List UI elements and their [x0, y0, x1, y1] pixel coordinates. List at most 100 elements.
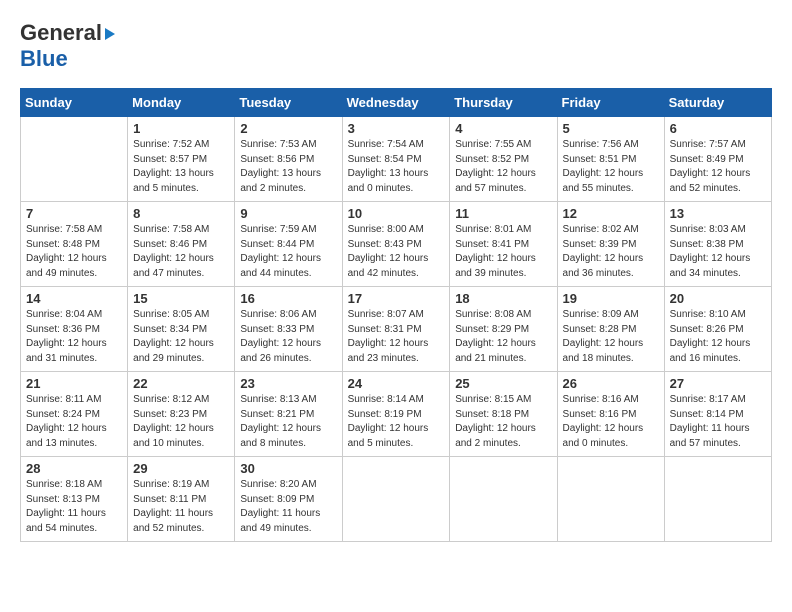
- day-number: 5: [563, 121, 659, 136]
- day-info: Sunrise: 8:14 AMSunset: 8:19 PMDaylight:…: [348, 393, 445, 451]
- logo-general: General: [20, 20, 102, 46]
- day-number: 3: [348, 121, 445, 136]
- day-header-sunday: Sunday: [21, 89, 128, 117]
- day-info: Sunrise: 7:58 AMSunset: 8:46 PMDaylight:…: [133, 223, 229, 281]
- calendar-cell: 23 Sunrise: 8:13 AMSunset: 8:21 PMDayligh…: [235, 372, 342, 457]
- calendar-cell: 20 Sunrise: 8:10 AMSunset: 8:26 PMDayligh…: [664, 287, 771, 372]
- day-number: 22: [133, 376, 229, 391]
- logo-blue: Blue: [20, 46, 68, 71]
- day-info: Sunrise: 8:11 AMSunset: 8:24 PMDaylight:…: [26, 393, 122, 451]
- week-row-4: 21 Sunrise: 8:11 AMSunset: 8:24 PMDayligh…: [21, 372, 772, 457]
- calendar-cell: 29Sunrise: 8:19 AMSunset: 8:11 PMDayligh…: [128, 457, 235, 542]
- day-number: 13: [670, 206, 766, 221]
- calendar-cell: 8 Sunrise: 7:58 AMSunset: 8:46 PMDaylight…: [128, 202, 235, 287]
- day-info: Sunrise: 8:09 AMSunset: 8:28 PMDaylight:…: [563, 308, 659, 366]
- week-row-5: 28 Sunrise: 8:18 AMSunset: 8:13 PMDayligh…: [21, 457, 772, 542]
- day-number: 4: [455, 121, 551, 136]
- day-number: 25: [455, 376, 551, 391]
- day-number: 12: [563, 206, 659, 221]
- day-info: Sunrise: 7:55 AMSunset: 8:52 PMDaylight:…: [455, 138, 551, 196]
- day-number: 26: [563, 376, 659, 391]
- day-info: Sunrise: 8:06 AMSunset: 8:33 PMDaylight:…: [240, 308, 336, 366]
- day-info: Sunrise: 8:05 AMSunset: 8:34 PMDaylight:…: [133, 308, 229, 366]
- day-number: 6: [670, 121, 766, 136]
- calendar-cell: [557, 457, 664, 542]
- calendar-cell: 30 Sunrise: 8:20 AMSunset: 8:09 PMDayligh…: [235, 457, 342, 542]
- logo: General Blue: [20, 20, 115, 72]
- day-number: 16: [240, 291, 336, 306]
- day-number: 2: [240, 121, 336, 136]
- day-info: Sunrise: 8:15 AMSunset: 8:18 PMDaylight:…: [455, 393, 551, 451]
- day-info: Sunrise: 7:54 AMSunset: 8:54 PMDaylight:…: [348, 138, 445, 196]
- day-info: Sunrise: 8:20 AMSunset: 8:09 PMDaylight:…: [240, 478, 336, 536]
- day-number: 28: [26, 461, 122, 476]
- day-number: 21: [26, 376, 122, 391]
- day-number: 9: [240, 206, 336, 221]
- calendar-cell: 15 Sunrise: 8:05 AMSunset: 8:34 PMDayligh…: [128, 287, 235, 372]
- day-header-thursday: Thursday: [450, 89, 557, 117]
- day-number: 15: [133, 291, 229, 306]
- day-number: 8: [133, 206, 229, 221]
- day-header-wednesday: Wednesday: [342, 89, 450, 117]
- day-number: 7: [26, 206, 122, 221]
- day-number: 24: [348, 376, 445, 391]
- week-row-1: 1 Sunrise: 7:52 AMSunset: 8:57 PMDaylight…: [21, 117, 772, 202]
- day-number: 11: [455, 206, 551, 221]
- day-number: 20: [670, 291, 766, 306]
- day-number: 1: [133, 121, 229, 136]
- calendar-cell: 14 Sunrise: 8:04 AMSunset: 8:36 PMDayligh…: [21, 287, 128, 372]
- calendar-cell: 2 Sunrise: 7:53 AMSunset: 8:56 PMDaylight…: [235, 117, 342, 202]
- day-number: 19: [563, 291, 659, 306]
- day-info: Sunrise: 8:18 AMSunset: 8:13 PMDaylight:…: [26, 478, 122, 536]
- day-info: Sunrise: 7:59 AMSunset: 8:44 PMDaylight:…: [240, 223, 336, 281]
- calendar-cell: 16 Sunrise: 8:06 AMSunset: 8:33 PMDayligh…: [235, 287, 342, 372]
- day-info: Sunrise: 8:01 AMSunset: 8:41 PMDaylight:…: [455, 223, 551, 281]
- day-info: Sunrise: 7:52 AMSunset: 8:57 PMDaylight:…: [133, 138, 229, 196]
- calendar-cell: 17 Sunrise: 8:07 AMSunset: 8:31 PMDayligh…: [342, 287, 450, 372]
- calendar-cell: 7 Sunrise: 7:58 AMSunset: 8:48 PMDaylight…: [21, 202, 128, 287]
- calendar-cell: 24 Sunrise: 8:14 AMSunset: 8:19 PMDayligh…: [342, 372, 450, 457]
- calendar-cell: 21 Sunrise: 8:11 AMSunset: 8:24 PMDayligh…: [21, 372, 128, 457]
- day-header-tuesday: Tuesday: [235, 89, 342, 117]
- calendar-cell: 6 Sunrise: 7:57 AMSunset: 8:49 PMDaylight…: [664, 117, 771, 202]
- week-row-2: 7 Sunrise: 7:58 AMSunset: 8:48 PMDaylight…: [21, 202, 772, 287]
- day-info: Sunrise: 7:57 AMSunset: 8:49 PMDaylight:…: [670, 138, 766, 196]
- day-info: Sunrise: 7:53 AMSunset: 8:56 PMDaylight:…: [240, 138, 336, 196]
- day-number: 23: [240, 376, 336, 391]
- day-info: Sunrise: 8:17 AMSunset: 8:14 PMDaylight:…: [670, 393, 766, 451]
- day-header-monday: Monday: [128, 89, 235, 117]
- calendar-cell: [664, 457, 771, 542]
- day-info: Sunrise: 7:58 AMSunset: 8:48 PMDaylight:…: [26, 223, 122, 281]
- calendar-cell: 11 Sunrise: 8:01 AMSunset: 8:41 PMDayligh…: [450, 202, 557, 287]
- day-info: Sunrise: 8:13 AMSunset: 8:21 PMDaylight:…: [240, 393, 336, 451]
- day-info: Sunrise: 8:07 AMSunset: 8:31 PMDaylight:…: [348, 308, 445, 366]
- calendar-cell: 9 Sunrise: 7:59 AMSunset: 8:44 PMDaylight…: [235, 202, 342, 287]
- day-info: Sunrise: 8:00 AMSunset: 8:43 PMDaylight:…: [348, 223, 445, 281]
- day-info: Sunrise: 8:03 AMSunset: 8:38 PMDaylight:…: [670, 223, 766, 281]
- day-number: 17: [348, 291, 445, 306]
- calendar-cell: 5Sunrise: 7:56 AMSunset: 8:51 PMDaylight…: [557, 117, 664, 202]
- logo-arrow-icon: [105, 28, 115, 40]
- calendar-cell: 28 Sunrise: 8:18 AMSunset: 8:13 PMDayligh…: [21, 457, 128, 542]
- calendar-cell: 26Sunrise: 8:16 AMSunset: 8:16 PMDayligh…: [557, 372, 664, 457]
- calendar-cell: [21, 117, 128, 202]
- calendar-table: SundayMondayTuesdayWednesdayThursdayFrid…: [20, 88, 772, 542]
- day-number: 14: [26, 291, 122, 306]
- day-info: Sunrise: 8:12 AMSunset: 8:23 PMDaylight:…: [133, 393, 229, 451]
- calendar-cell: 10 Sunrise: 8:00 AMSunset: 8:43 PMDayligh…: [342, 202, 450, 287]
- calendar-cell: 25 Sunrise: 8:15 AMSunset: 8:18 PMDayligh…: [450, 372, 557, 457]
- page-header: General Blue: [20, 20, 772, 72]
- week-row-3: 14 Sunrise: 8:04 AMSunset: 8:36 PMDayligh…: [21, 287, 772, 372]
- day-number: 27: [670, 376, 766, 391]
- day-number: 10: [348, 206, 445, 221]
- calendar-cell: 22 Sunrise: 8:12 AMSunset: 8:23 PMDayligh…: [128, 372, 235, 457]
- calendar-cell: 27 Sunrise: 8:17 AMSunset: 8:14 PMDayligh…: [664, 372, 771, 457]
- day-number: 30: [240, 461, 336, 476]
- calendar-cell: 19 Sunrise: 8:09 AMSunset: 8:28 PMDayligh…: [557, 287, 664, 372]
- calendar-cell: 3 Sunrise: 7:54 AMSunset: 8:54 PMDaylight…: [342, 117, 450, 202]
- day-info: Sunrise: 8:04 AMSunset: 8:36 PMDaylight:…: [26, 308, 122, 366]
- day-info: Sunrise: 8:10 AMSunset: 8:26 PMDaylight:…: [670, 308, 766, 366]
- calendar-cell: 12Sunrise: 8:02 AMSunset: 8:39 PMDayligh…: [557, 202, 664, 287]
- day-number: 29: [133, 461, 229, 476]
- calendar-cell: 18Sunrise: 8:08 AMSunset: 8:29 PMDayligh…: [450, 287, 557, 372]
